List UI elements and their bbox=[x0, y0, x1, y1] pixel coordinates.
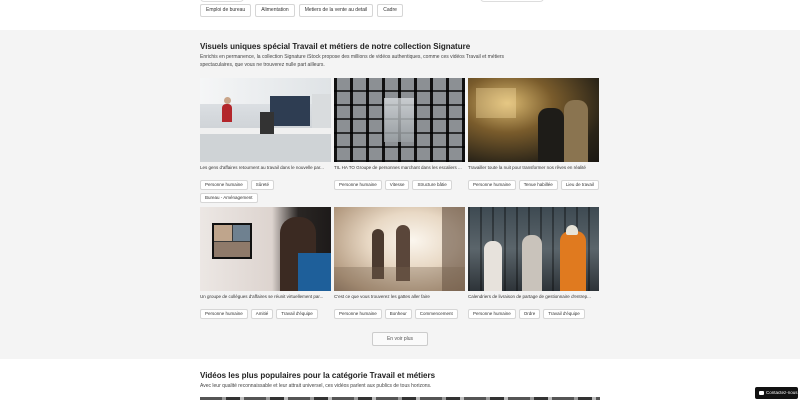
contact-us-button[interactable]: Contactez-nous bbox=[755, 387, 798, 399]
tag-pill[interactable]: Ordre bbox=[518, 309, 541, 319]
video-caption[interactable]: Calendriers de livraison de partage de g… bbox=[468, 294, 599, 299]
section-description: Avec leur qualité reconnaissable et leur… bbox=[200, 383, 432, 389]
video-caption[interactable]: C'est ce que vous trouverez les gattes a… bbox=[334, 294, 465, 299]
tag-pill[interactable]: Bureau - Aménagement bbox=[200, 193, 258, 203]
tag-pill[interactable]: Personne humaine bbox=[468, 180, 516, 190]
video-tags: Personne humaine Sûreté Bureau - Aménage… bbox=[200, 180, 331, 203]
video-thumbnail[interactable] bbox=[334, 78, 465, 162]
video-card[interactable]: Calendriers de livraison de partage de g… bbox=[468, 207, 599, 319]
video-tags: Personne humaine Amitié Travail d'équipe bbox=[200, 309, 331, 319]
top-ghost-pill bbox=[480, 0, 544, 2]
tag-pill[interactable]: Travail d'équipe bbox=[276, 309, 318, 319]
video-card[interactable]: Les gens d'affaires retournent au travai… bbox=[200, 78, 331, 203]
top-tags: Emploi de bureau Alimentation Metiers de… bbox=[200, 4, 403, 17]
top-tag-strip: Emploi de bureau Alimentation Metiers de… bbox=[0, 0, 800, 30]
video-card[interactable]: Un groupe de collègues d'affaires se réu… bbox=[200, 207, 331, 319]
video-card[interactable]: C'est ce que vous trouverez les gattes a… bbox=[334, 207, 465, 319]
video-tags: Personne humaine Bonheur Commencement bbox=[334, 309, 465, 319]
tag-pill[interactable]: Structure bâtie bbox=[412, 180, 452, 190]
tag-pill[interactable]: Commencement bbox=[414, 309, 458, 319]
video-caption[interactable]: Travailler toute la nuit pour transforme… bbox=[468, 165, 599, 170]
see-more-button[interactable]: En voir plus bbox=[372, 332, 428, 346]
video-thumbnail[interactable] bbox=[334, 207, 465, 291]
video-thumbnail[interactable] bbox=[200, 78, 331, 162]
tag-pill[interactable]: Personne humaine bbox=[334, 309, 382, 319]
top-tag-food[interactable]: Alimentation bbox=[255, 4, 295, 17]
video-thumbnail[interactable] bbox=[468, 207, 599, 291]
tag-pill[interactable]: Vitesse bbox=[384, 180, 410, 190]
tag-pill[interactable]: Tenue habillée bbox=[518, 180, 558, 190]
section-title: Vidéos les plus populaires pour la catég… bbox=[200, 371, 436, 380]
tag-pill[interactable]: Personne humaine bbox=[200, 180, 248, 190]
top-tag-retail[interactable]: Metiers de la vente au detail bbox=[298, 4, 374, 17]
tag-pill[interactable]: Personne humaine bbox=[334, 180, 382, 190]
signature-collection-section: Visuels uniques spécial Travail et métie… bbox=[0, 30, 800, 359]
section-description: Enrichis en permanence, la collection Si… bbox=[200, 54, 505, 68]
video-thumbnail[interactable] bbox=[200, 207, 331, 291]
video-caption[interactable]: Un groupe de collègues d'affaires se réu… bbox=[200, 294, 331, 299]
video-tags: Personne humaine Tenue habillée Lieu de … bbox=[468, 180, 599, 190]
video-caption[interactable]: Les gens d'affaires retournent au travai… bbox=[200, 165, 331, 170]
tag-pill[interactable]: Personne humaine bbox=[200, 309, 248, 319]
tag-pill[interactable]: Sûreté bbox=[250, 180, 275, 190]
top-tag-office-work[interactable]: Emploi de bureau bbox=[200, 4, 252, 17]
tag-pill[interactable]: Amitié bbox=[250, 309, 274, 319]
video-tags: Personne humaine Ordre Travail d'équipe bbox=[468, 309, 599, 319]
contact-us-label: Contactez-nous bbox=[766, 390, 798, 395]
video-tags: Personne humaine Vitesse Structure bâtie bbox=[334, 180, 465, 190]
tag-pill[interactable]: Bonheur bbox=[384, 309, 412, 319]
video-card[interactable]: Travailler toute la nuit pour transforme… bbox=[468, 78, 599, 190]
tag-pill[interactable]: Travail d'équipe bbox=[543, 309, 585, 319]
top-tag-manager[interactable]: Cadre bbox=[377, 4, 403, 17]
tag-pill[interactable]: Lieu de travail bbox=[560, 180, 599, 190]
top-ghost-pill bbox=[200, 0, 244, 2]
video-caption[interactable]: TIL HA TO Groupe de personnes marchant d… bbox=[334, 165, 465, 170]
video-thumbnail[interactable] bbox=[468, 78, 599, 162]
chat-bubble-icon bbox=[759, 391, 764, 395]
tag-pill[interactable]: Personne humaine bbox=[468, 309, 516, 319]
section-title: Visuels uniques spécial Travail et métie… bbox=[200, 42, 471, 51]
popular-videos-section: Vidéos les plus populaires pour la catég… bbox=[0, 359, 800, 400]
video-card[interactable]: TIL HA TO Groupe de personnes marchant d… bbox=[334, 78, 465, 190]
